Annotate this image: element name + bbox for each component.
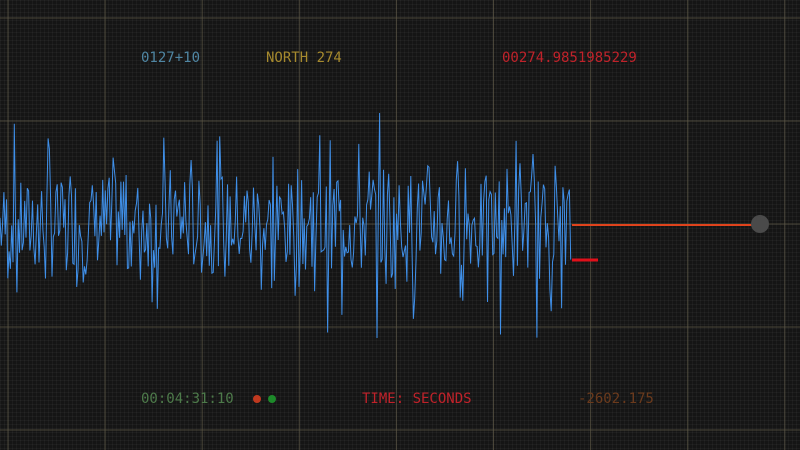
seismograph-display: 0127+10 NORTH 274 00274.9851985229 00:04… <box>0 0 800 450</box>
station-readout: 0127+10 <box>141 50 201 66</box>
offset-readout: -2602.175 <box>578 391 654 407</box>
waveform <box>0 112 572 339</box>
value-readout: 00274.9851985229 <box>502 50 637 66</box>
timecode-readout: 00:04:31:10 <box>141 391 234 407</box>
seismograph-plot <box>0 0 800 450</box>
axis-label: TIME: SECONDS <box>362 391 472 407</box>
pen-head <box>751 215 769 233</box>
waveform-path <box>0 112 572 339</box>
red-indicator-dot <box>253 395 261 403</box>
green-indicator-dot <box>268 395 276 403</box>
heading-readout: NORTH 274 <box>266 50 342 66</box>
